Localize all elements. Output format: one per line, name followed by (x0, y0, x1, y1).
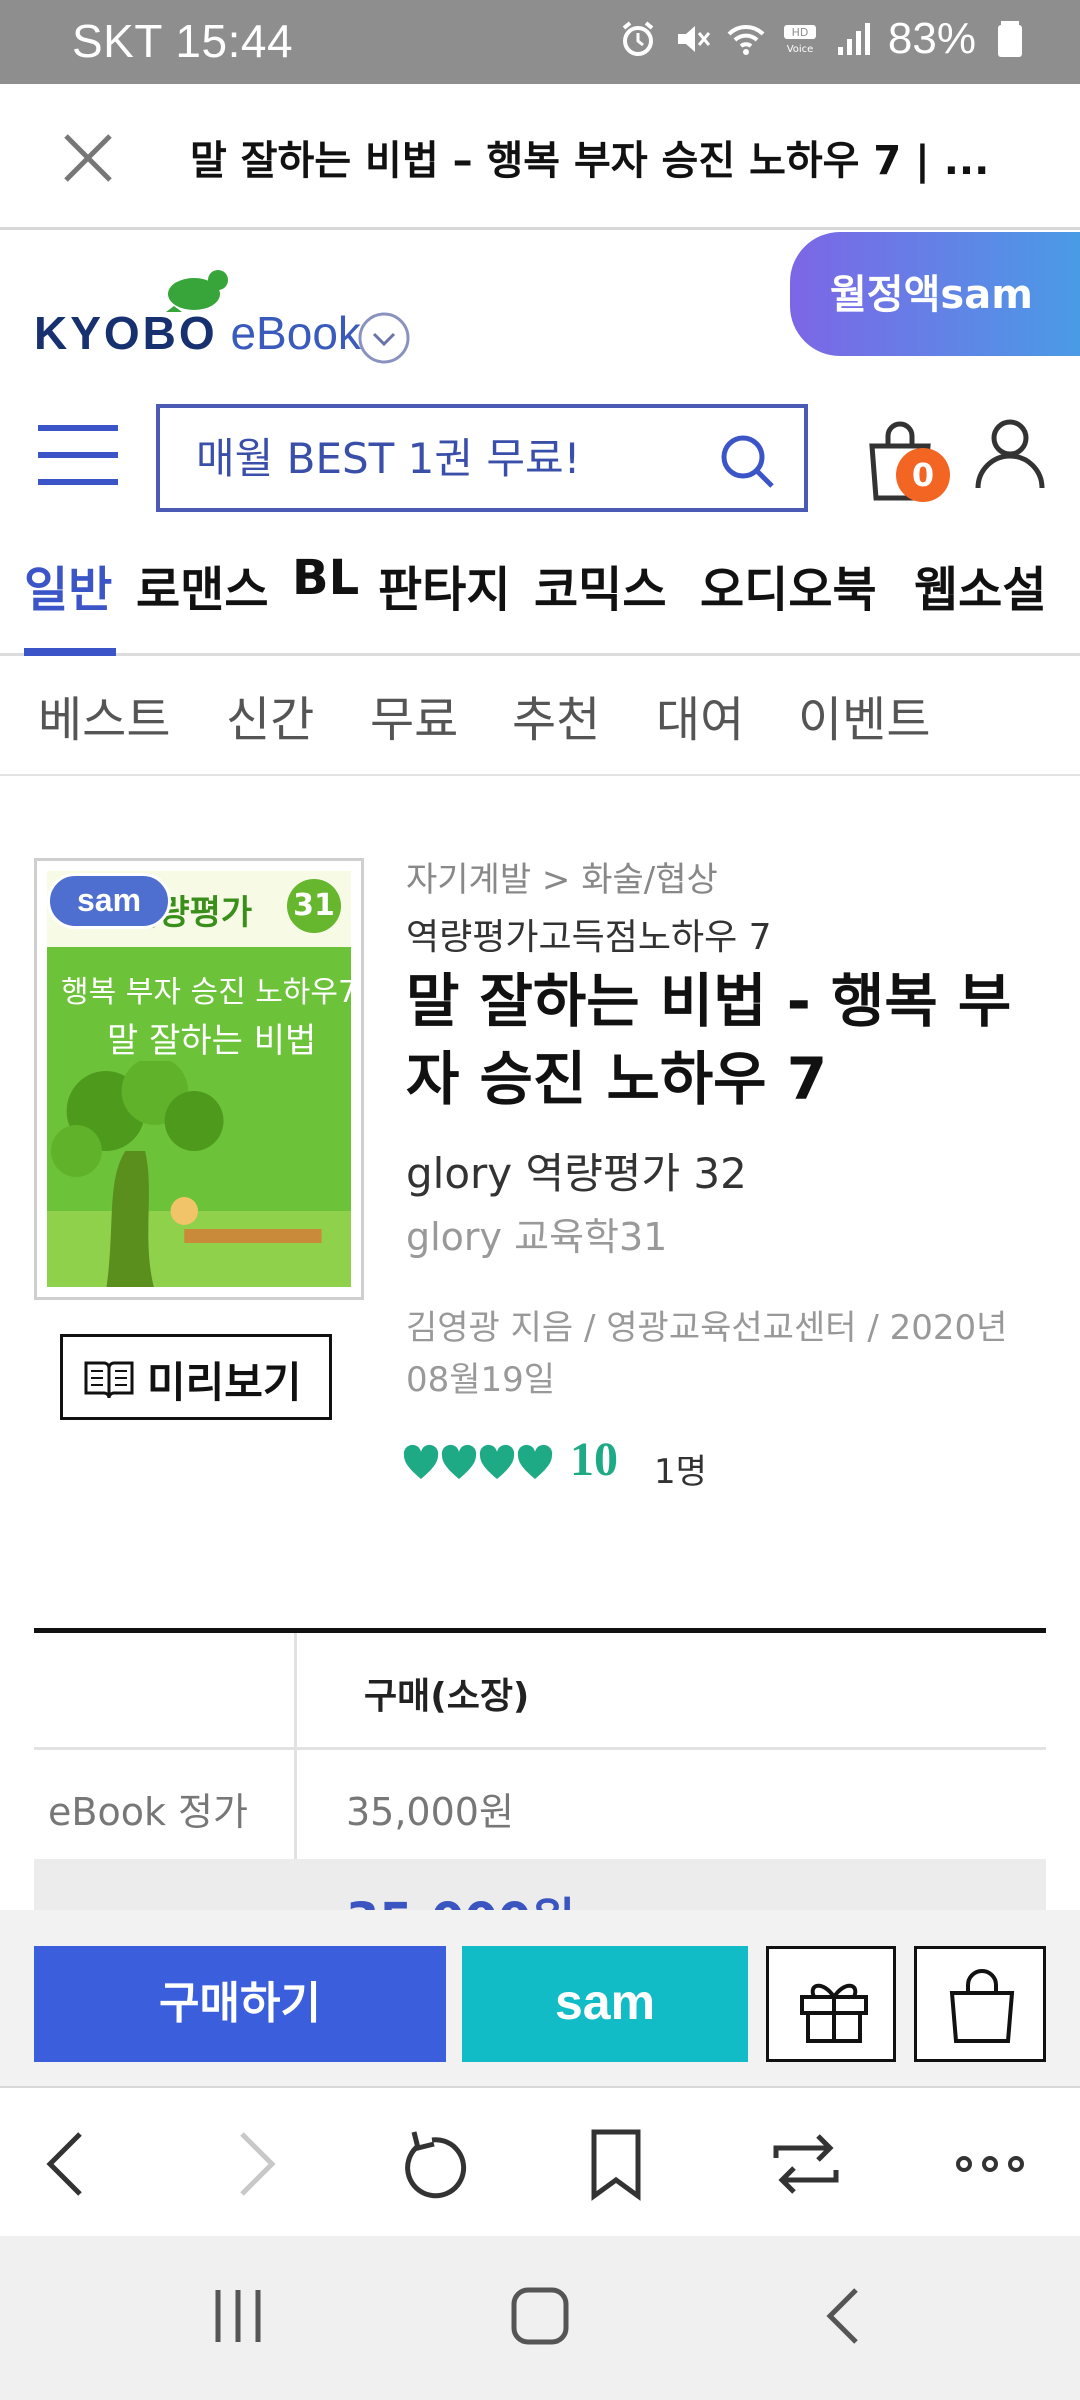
cover-line2: 말 잘하는 비법 (107, 1021, 317, 1061)
browser-toolbar (0, 2090, 1080, 2236)
book-cover-image: 역량평가 31 행복 부자 승진 노하우7 말 잘하는 비법 (47, 871, 351, 1287)
mute-icon (677, 26, 711, 52)
subtab-recommend[interactable]: 추천 (512, 680, 600, 750)
system-back-icon[interactable] (806, 2276, 886, 2356)
search-input[interactable] (196, 428, 716, 488)
book-cover[interactable]: 역량평가 31 행복 부자 승진 노하우7 말 잘하는 비법 sam (34, 858, 364, 1300)
logo-brand: KYOBO (34, 307, 218, 359)
search-box[interactable] (156, 404, 808, 512)
tab-webnovel[interactable]: 웹소설 (914, 550, 1046, 620)
tab-romance[interactable]: 로맨스 (136, 550, 268, 620)
sam-badge: sam (47, 873, 171, 929)
home-icon[interactable] (500, 2276, 580, 2356)
price-column-header: 구매(소장) (364, 1676, 530, 1717)
shopping-bag-icon (949, 1969, 1015, 2043)
status-bar: SKT 15:44 HD Voice 83% (0, 0, 1080, 84)
subtab-best[interactable]: 베스트 (38, 680, 170, 750)
product-tag-2[interactable]: glory 교육학31 (406, 1206, 667, 1261)
cover-tree-illustration (47, 1061, 351, 1287)
list-price: 35,000원 (346, 1790, 514, 1834)
status-time: SKT 15:44 (72, 15, 294, 67)
alarm-icon (622, 21, 654, 56)
signal-icon (837, 23, 870, 55)
breadcrumb[interactable]: 자기계발 > 화술/협상 (406, 852, 718, 901)
rating-count: 1명 (654, 1452, 707, 1492)
hamburger-menu-icon[interactable] (34, 420, 122, 490)
preview-button[interactable]: 미리보기 (60, 1334, 332, 1420)
tab-audiobook[interactable]: 오디오북 (700, 550, 877, 620)
hd-voice-icon: HD Voice (783, 25, 816, 55)
table-row-divider (34, 1747, 1046, 1750)
reload-icon[interactable] (392, 2124, 472, 2204)
purchase-bar: 구매하기 sam (0, 1910, 1080, 2088)
price-table: 구매(소장) eBook 정가 35,000원 35,000원 (34, 1628, 1046, 1915)
sam-promo-banner[interactable]: 월정액sam (790, 232, 1080, 356)
battery-percent: 83% (887, 14, 976, 63)
search-icon[interactable] (718, 432, 776, 490)
subtab-rental[interactable]: 대여 (656, 680, 744, 750)
back-icon[interactable] (28, 2124, 108, 2204)
logo-text: KYOBO eBook (34, 306, 361, 360)
gift-button[interactable] (766, 1946, 896, 2062)
subtab-free[interactable]: 무료 (370, 680, 458, 750)
sub-tabs: 베스트 신간 무료 추천 대여 이벤트 (0, 656, 1080, 776)
sale-price-row: 35,000원 (34, 1859, 1046, 1915)
tab-bl[interactable]: BL (292, 550, 359, 606)
battery-icon (998, 21, 1022, 57)
chevron-down-icon[interactable] (356, 310, 412, 366)
active-tab-indicator (24, 648, 116, 656)
series-name[interactable]: 역량평가고득점노하우 7 (406, 908, 772, 960)
product-title: 말 잘하는 비법 - 행복 부자 승진 노하우 7 (406, 967, 1012, 1113)
cover-series-number: 31 (287, 879, 341, 933)
user-icon[interactable] (972, 414, 1048, 490)
system-navigation-bar (0, 2236, 1080, 2400)
tab-general[interactable]: 일반 (24, 550, 112, 620)
subtab-event[interactable]: 이벤트 (798, 680, 930, 750)
gift-icon (800, 1983, 868, 2043)
more-options-icon[interactable] (950, 2124, 1030, 2204)
preview-label: 미리보기 (147, 1358, 302, 1407)
logo-product: eBook (230, 307, 361, 359)
heart-icon (517, 1444, 553, 1479)
status-icons: HD Voice 83% (618, 14, 1030, 64)
category-tabs: 일반 로맨스 BL 판타지 코믹스 오디오북 웹소설 (0, 540, 1080, 656)
rating-score: 10 (570, 1433, 618, 1486)
heart-icon (479, 1444, 515, 1479)
svg-text:HD: HD (792, 26, 809, 39)
page-title: 말 잘하는 비법 – 행복 부자 승진 노하우 7 | ... (190, 138, 990, 184)
cover-line1: 행복 부자 승진 노하우7 (61, 975, 351, 1010)
tab-fantasy[interactable]: 판타지 (378, 550, 510, 620)
book-open-icon (84, 1361, 134, 1399)
promo-label: 월정액sam (830, 272, 1033, 318)
heart-icon (441, 1444, 477, 1479)
tab-comics[interactable]: 코믹스 (534, 550, 666, 620)
svg-text:Voice: Voice (787, 44, 814, 55)
recent-apps-icon[interactable] (198, 2276, 278, 2356)
bookmark-icon[interactable] (576, 2124, 656, 2204)
sam-button[interactable]: sam (462, 1946, 748, 2062)
heart-icon (403, 1444, 439, 1479)
forward-icon[interactable] (214, 2124, 294, 2204)
close-icon[interactable] (56, 126, 120, 190)
buy-button[interactable]: 구매하기 (34, 1946, 446, 2062)
cart-count-badge: 0 (896, 448, 950, 502)
wifi-icon (727, 24, 765, 55)
tabs-switch-icon[interactable] (766, 2124, 846, 2204)
product-tag-1[interactable]: glory 역량평가 32 (406, 1140, 747, 1201)
browser-title-bar: 말 잘하는 비법 – 행복 부자 승진 노하우 7 | ... (0, 84, 1080, 230)
price-row-label: eBook 정가 (48, 1790, 248, 1834)
author-publisher-info: 김영광 지음 / 영광교육선교센터 / 2020년 08월19일 (406, 1308, 1008, 1400)
subtab-new[interactable]: 신간 (226, 680, 314, 750)
add-to-cart-button[interactable] (914, 1946, 1046, 2062)
